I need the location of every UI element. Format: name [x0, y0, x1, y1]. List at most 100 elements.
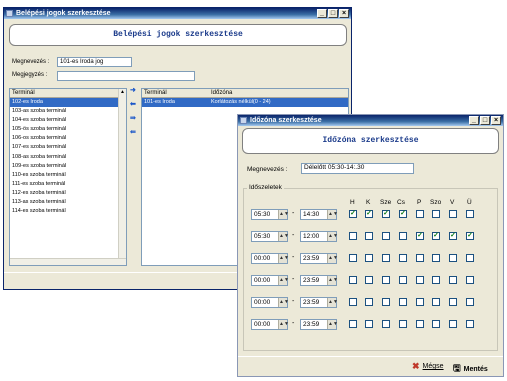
day-checkbox[interactable]: [449, 298, 457, 306]
day-checkbox[interactable]: [416, 276, 424, 284]
day-checkbox[interactable]: [449, 320, 457, 328]
day-checkbox[interactable]: [382, 276, 390, 284]
end-time-spinner[interactable]: 23:59 ▲▼: [300, 253, 338, 264]
end-time-spinner[interactable]: 23:59 ▲▼: [300, 319, 338, 330]
table-row[interactable]: 101-es Iroda Korlátozás nélkül(0 - 24): [142, 98, 348, 108]
maximize-button[interactable]: □: [480, 116, 490, 125]
spinner-arrows-icon[interactable]: ▲▼: [278, 276, 289, 285]
day-checkbox[interactable]: ✓: [432, 232, 440, 240]
vertical-scrollbar[interactable]: ▲ ▼: [118, 89, 126, 265]
end-time-spinner[interactable]: 23:59 ▲▼: [300, 275, 338, 286]
timezone-header[interactable]: Időzóna: [211, 89, 232, 97]
day-checkbox[interactable]: [382, 298, 390, 306]
start-time-spinner[interactable]: 05:30 ▲▼: [251, 231, 289, 242]
day-checkbox[interactable]: ✓: [416, 232, 424, 240]
spinner-arrows-icon[interactable]: ▲▼: [278, 298, 289, 307]
day-checkbox[interactable]: ✓: [466, 232, 474, 240]
timezone-titlebar[interactable]: Időzóna szerkesztése _ □ ×: [238, 115, 503, 126]
note-field[interactable]: [57, 71, 195, 81]
list-item[interactable]: 109-es szoba terminál: [10, 162, 126, 171]
minimize-button[interactable]: _: [469, 116, 479, 125]
day-checkbox[interactable]: ✓: [399, 210, 407, 218]
list-item[interactable]: 103-as szoba terminál: [10, 107, 126, 116]
day-checkbox[interactable]: [432, 210, 440, 218]
day-checkbox[interactable]: [382, 254, 390, 262]
day-checkbox[interactable]: [365, 276, 373, 284]
list-item[interactable]: 107-es szoba terminál: [10, 143, 126, 152]
day-checkbox[interactable]: [416, 254, 424, 262]
start-time-spinner[interactable]: 00:00 ▲▼: [251, 275, 289, 286]
spinner-arrows-icon[interactable]: ▲▼: [327, 232, 338, 241]
day-checkbox[interactable]: [416, 320, 424, 328]
day-checkbox[interactable]: ✓: [349, 210, 357, 218]
day-checkbox[interactable]: [466, 320, 474, 328]
close-button[interactable]: ×: [491, 116, 501, 125]
list-item[interactable]: 104-es szoba terminál: [10, 116, 126, 125]
day-checkbox[interactable]: [349, 276, 357, 284]
spinner-arrows-icon[interactable]: ▲▼: [278, 232, 289, 241]
day-checkbox[interactable]: [382, 232, 390, 240]
day-checkbox[interactable]: [416, 298, 424, 306]
day-checkbox[interactable]: [432, 276, 440, 284]
day-checkbox[interactable]: [416, 210, 424, 218]
list-item[interactable]: 114-es szoba terminál: [10, 207, 126, 216]
cancel-button[interactable]: ✖ Mégse: [412, 361, 444, 372]
save-button[interactable]: 🖫 Mentés: [453, 361, 488, 377]
day-checkbox[interactable]: [449, 210, 457, 218]
day-checkbox[interactable]: [466, 210, 474, 218]
start-time-spinner[interactable]: 00:00 ▲▼: [251, 297, 289, 308]
horizontal-scrollbar[interactable]: [10, 258, 126, 265]
day-checkbox[interactable]: [399, 276, 407, 284]
end-time-spinner[interactable]: 14:30 ▲▼: [300, 209, 338, 220]
list-item[interactable]: 102-es Iroda: [10, 98, 126, 108]
day-checkbox[interactable]: [449, 254, 457, 262]
spinner-arrows-icon[interactable]: ▲▼: [327, 298, 338, 307]
remove-all-terminals-icon[interactable]: ⇚: [130, 128, 136, 136]
list-item[interactable]: 106-os szoba terminál: [10, 134, 126, 143]
day-checkbox[interactable]: [365, 298, 373, 306]
available-terminals-list[interactable]: Terminál 102-es Iroda 103-as szoba termin…: [9, 88, 127, 266]
day-checkbox[interactable]: [399, 320, 407, 328]
day-checkbox[interactable]: [466, 254, 474, 262]
day-checkbox[interactable]: ✓: [449, 232, 457, 240]
day-checkbox[interactable]: [365, 254, 373, 262]
maximize-button[interactable]: □: [328, 9, 338, 18]
minimize-button[interactable]: _: [317, 9, 327, 18]
list-item[interactable]: 112-es szoba terminál: [10, 189, 126, 198]
end-time-spinner[interactable]: 23:59 ▲▼: [300, 297, 338, 308]
day-checkbox[interactable]: [365, 320, 373, 328]
spinner-arrows-icon[interactable]: ▲▼: [327, 210, 338, 219]
day-checkbox[interactable]: [349, 254, 357, 262]
add-terminal-icon[interactable]: ➜: [130, 86, 136, 94]
list-item[interactable]: 110-es szoba terminál: [10, 171, 126, 180]
terminal-header[interactable]: Terminál: [144, 89, 211, 97]
spinner-arrows-icon[interactable]: ▲▼: [327, 320, 338, 329]
day-checkbox[interactable]: [399, 298, 407, 306]
day-checkbox[interactable]: [399, 254, 407, 262]
add-all-terminals-icon[interactable]: ⇛: [130, 114, 136, 122]
day-checkbox[interactable]: [382, 320, 390, 328]
day-checkbox[interactable]: [365, 232, 373, 240]
day-checkbox[interactable]: [349, 298, 357, 306]
start-time-spinner[interactable]: 00:00 ▲▼: [251, 319, 289, 330]
end-time-spinner[interactable]: 12:00 ▲▼: [300, 231, 338, 242]
close-button[interactable]: ×: [339, 9, 349, 18]
terminal-column-header[interactable]: Terminál: [10, 89, 126, 98]
spinner-arrows-icon[interactable]: ▲▼: [278, 320, 289, 329]
day-checkbox[interactable]: ✓: [365, 210, 373, 218]
list-item[interactable]: 108-as szoba terminál: [10, 153, 126, 162]
spinner-arrows-icon[interactable]: ▲▼: [327, 254, 338, 263]
spinner-arrows-icon[interactable]: ▲▼: [278, 210, 289, 219]
day-checkbox[interactable]: [432, 254, 440, 262]
day-checkbox[interactable]: [432, 320, 440, 328]
day-checkbox[interactable]: [349, 320, 357, 328]
spinner-arrows-icon[interactable]: ▲▼: [327, 276, 338, 285]
scroll-up-icon[interactable]: ▲: [119, 89, 126, 95]
name-field[interactable]: 101-es Iroda jog: [57, 57, 132, 67]
day-checkbox[interactable]: [449, 276, 457, 284]
day-checkbox[interactable]: [466, 276, 474, 284]
day-checkbox[interactable]: [399, 232, 407, 240]
list-item[interactable]: 105-ös szoba terminál: [10, 125, 126, 134]
day-checkbox[interactable]: [349, 232, 357, 240]
list-item[interactable]: 111-es szoba terminál: [10, 180, 126, 189]
